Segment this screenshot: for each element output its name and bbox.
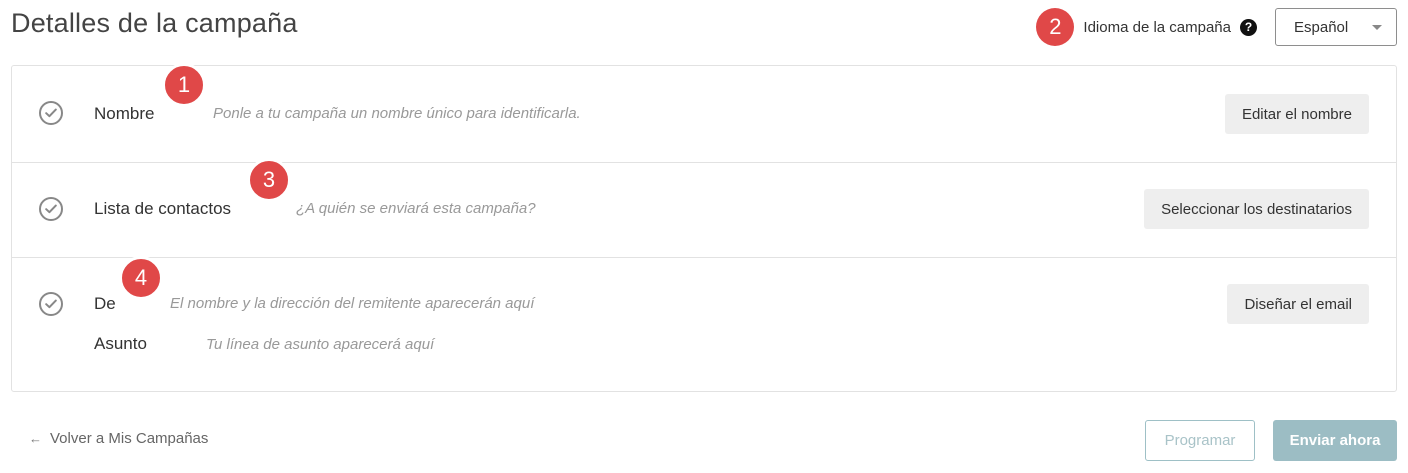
campaign-details-card: Nombre Ponle a tu campaña un nombre únic… [11, 65, 1397, 392]
subject-label: Asunto [94, 334, 147, 353]
annotation-badge-2: 2 [1036, 8, 1075, 46]
annotation-badge-3: 3 [247, 158, 291, 202]
language-area: 2 Idioma de la campaña ? Español [1036, 8, 1397, 46]
back-link-label: Volver a Mis Campañas [50, 430, 209, 447]
name-label: Nombre [94, 104, 155, 123]
send-now-button[interactable]: Enviar ahora [1273, 420, 1397, 461]
from-label: De [94, 294, 116, 313]
language-select-value: Español [1294, 18, 1349, 36]
schedule-button[interactable]: Programar [1145, 420, 1255, 461]
contacts-hint: ¿A quién se enviará esta campaña? [296, 200, 536, 217]
page-title: Detalles de la campaña [11, 8, 298, 38]
annotation-badge-1: 1 [162, 63, 206, 107]
check-circle-icon [39, 292, 63, 316]
edit-name-button[interactable]: Editar el nombre [1224, 94, 1369, 134]
from-hint: El nombre y la dirección del remitente a… [170, 295, 535, 312]
help-icon[interactable]: ? [1240, 18, 1257, 36]
select-recipients-button[interactable]: Seleccionar los destinatarios [1144, 189, 1369, 229]
arrow-left-icon: ← [29, 431, 42, 446]
language-label: Idioma de la campaña [1083, 18, 1231, 36]
row-name: Nombre Ponle a tu campaña un nombre únic… [12, 66, 1396, 163]
design-email-button[interactable]: Diseñar el email [1227, 284, 1369, 324]
row-contacts: Lista de contactos ¿A quién se enviará e… [12, 162, 1396, 258]
language-select[interactable]: Español [1275, 8, 1397, 46]
chevron-down-icon [1372, 24, 1382, 30]
check-circle-icon [39, 197, 63, 221]
name-hint: Ponle a tu campaña un nombre único para … [213, 105, 581, 122]
annotation-badge-4: 4 [119, 256, 163, 300]
row-from-subject: De El nombre y la dirección del remitent… [12, 257, 1396, 392]
check-circle-icon [39, 101, 63, 125]
contacts-label: Lista de contactos [94, 199, 232, 218]
back-link[interactable]: ← Volver a Mis Campañas [29, 430, 208, 447]
subject-hint: Tu línea de asunto aparecerá aquí [206, 336, 435, 353]
